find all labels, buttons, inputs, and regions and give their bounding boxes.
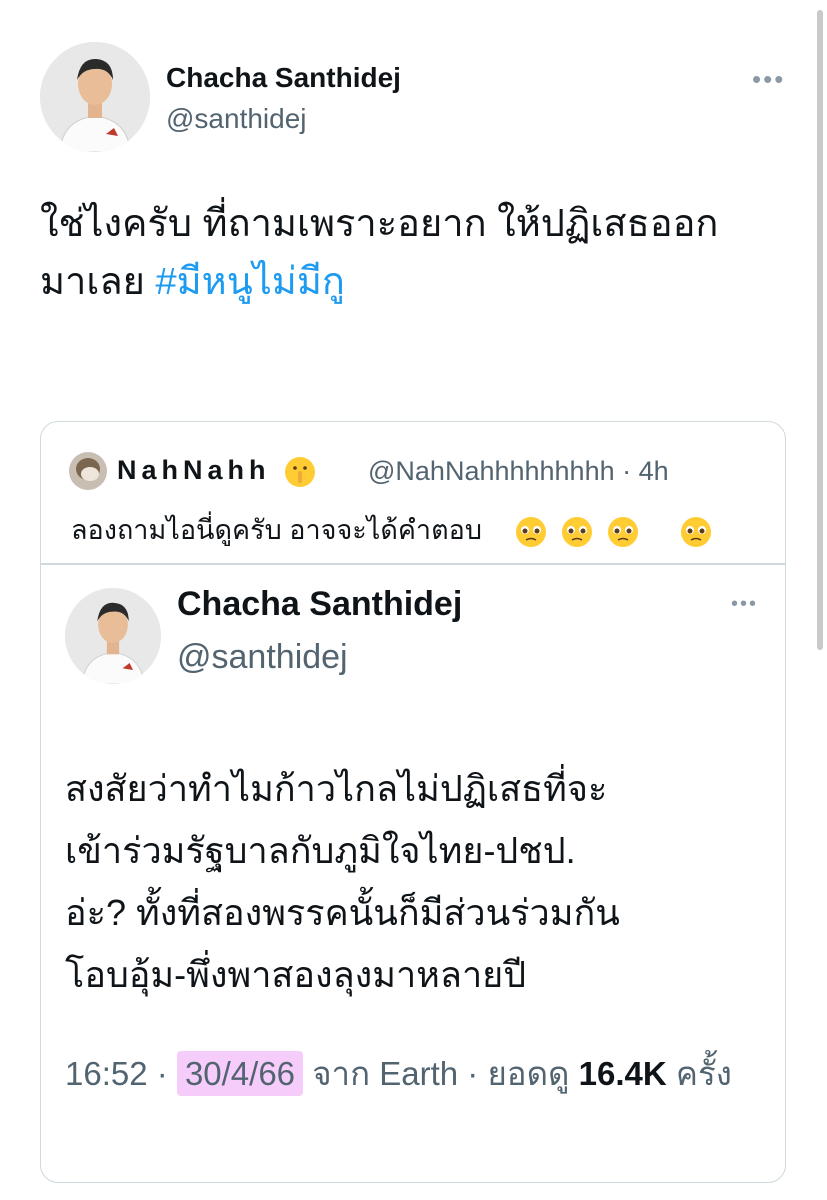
quote-divider (41, 563, 785, 565)
inner-author-handle[interactable]: @santhidej (177, 638, 348, 677)
inner-tweet-text: สงสัยว่าทำไมก้าวไกลไม่ปฏิเสธที่จะ เข้าร่… (65, 768, 620, 995)
views-label: ยอดดู (487, 1055, 570, 1092)
views-unit: ครั้ง (675, 1055, 732, 1092)
pleading-face-emoji (500, 515, 714, 547)
inner-tweet-date[interactable]: 30/4/66 (176, 1051, 304, 1096)
author-name[interactable]: Chacha Santhidej (166, 62, 401, 94)
author-avatar[interactable] (40, 42, 150, 152)
quote-header: NahNahh @NahNahhhhhhhhh · 4h ลองถามไอนี่… (41, 422, 785, 562)
inner-more-dots-icon[interactable]: ••• (731, 594, 758, 614)
inner-tweet-meta: 16:52 · 30/4/66 จาก Earth · ยอดดู 16.4K … (65, 1046, 765, 1102)
quote-age[interactable]: 4h (639, 456, 669, 486)
avatar-image (40, 42, 150, 152)
inner-author-avatar[interactable] (65, 588, 161, 684)
quote-separator: · (622, 456, 632, 486)
tweet-text: ใช่ไงครับ ที่ถามเพราะอยาก ให้ปฏิเสธออก ม… (40, 195, 800, 311)
more-dots-icon[interactable]: ••• (752, 66, 785, 92)
quote-meta: @NahNahhhhhhhhh · 4h (368, 456, 669, 487)
hashtag-link[interactable]: #มีหนูไม่มีกู (155, 261, 344, 303)
quote-text-body: ลองถามไอนี่ดูครับ อาจจะได้คำตอบ (71, 515, 482, 545)
avatar-image (69, 452, 107, 490)
shushing-face-emoji (285, 456, 316, 487)
inner-tweet-time[interactable]: 16:52 (65, 1055, 148, 1092)
quoted-tweet-card[interactable]: NahNahh @NahNahhhhhhhhh · 4h ลองถามไอนี่… (40, 421, 786, 1183)
quote-text: ลองถามไอนี่ดูครับ อาจจะได้คำตอบ (71, 508, 713, 551)
inner-tweet-source: จาก Earth (312, 1055, 459, 1092)
meta-separator: · (156, 1055, 168, 1092)
quote-author-name-text: NahNahh (117, 455, 271, 485)
views-count[interactable]: 16.4K (579, 1055, 667, 1092)
quote-author-handle[interactable]: @NahNahhhhhhhhh (368, 456, 615, 486)
scrollbar[interactable] (817, 10, 823, 650)
tweet-text-body: ใช่ไงครับ ที่ถามเพราะอยาก ให้ปฏิเสธออก ม… (40, 203, 719, 303)
meta-separator-2: · (467, 1055, 479, 1092)
author-handle[interactable]: @santhidej (166, 103, 307, 135)
quote-author-avatar[interactable] (69, 452, 107, 490)
inner-author-name[interactable]: Chacha Santhidej (177, 585, 462, 624)
avatar-image (65, 588, 161, 684)
quote-author-name[interactable]: NahNahh (117, 455, 316, 487)
